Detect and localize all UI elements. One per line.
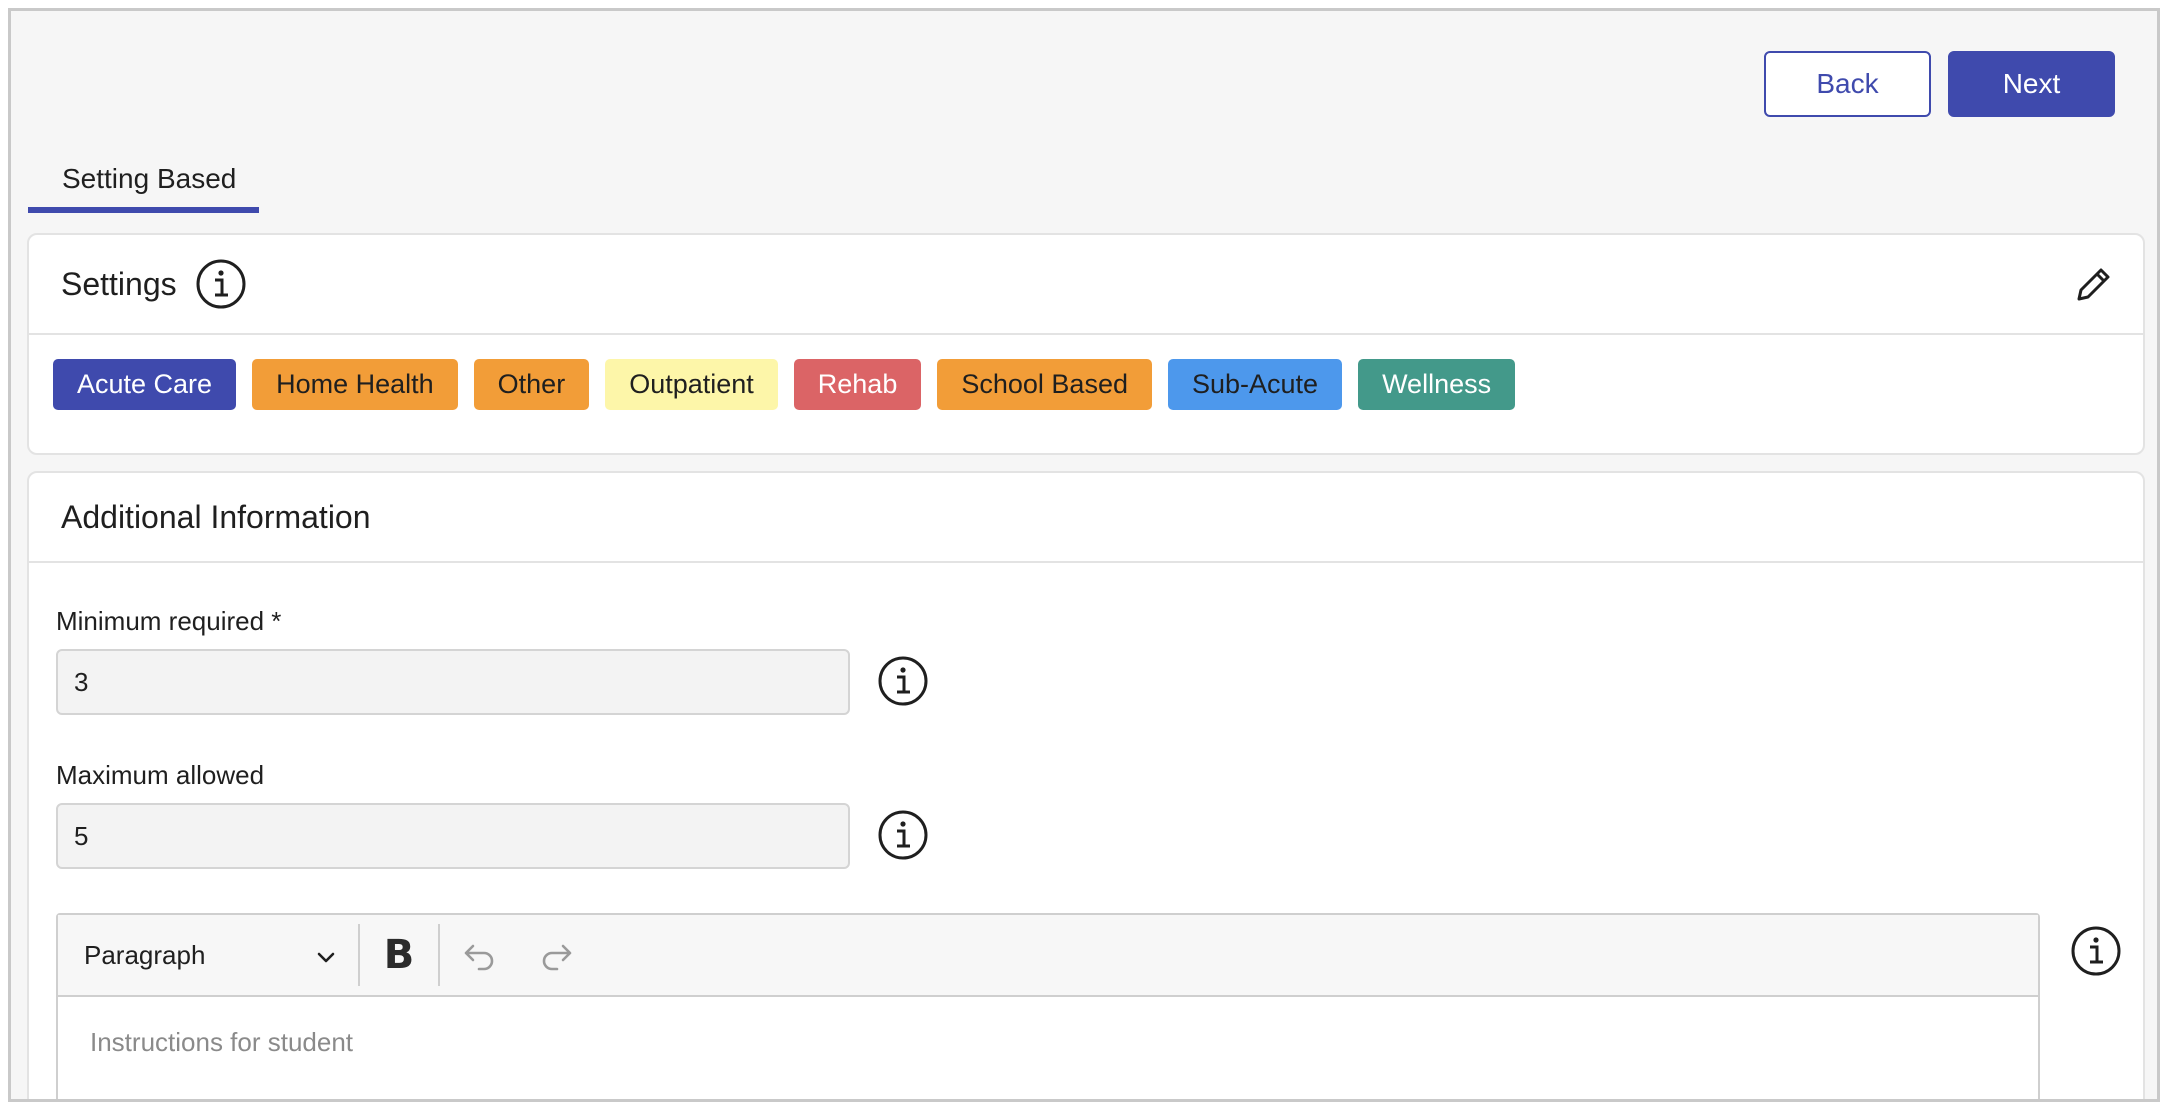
- undo-icon: [461, 937, 497, 973]
- undo-button[interactable]: [440, 915, 518, 995]
- instructions-editor: Paragraph B Instructions for student: [56, 913, 2040, 1099]
- app-frame: Back Next Setting Based Settings Acute C…: [8, 8, 2160, 1102]
- minimum-required-label: Minimum required *: [56, 606, 282, 636]
- setting-tag-home-health[interactable]: Home Health: [252, 359, 458, 410]
- settings-card: Settings Acute Care Home Health Other Outpa…: [27, 233, 2145, 455]
- setting-tag-rehab[interactable]: Rehab: [793, 359, 922, 410]
- maximum-allowed-label: Maximum allowed: [56, 760, 265, 790]
- back-button[interactable]: Back: [1764, 51, 1931, 117]
- info-icon[interactable]: [195, 258, 247, 310]
- additional-info-card: Additional Information Minimum required …: [27, 471, 2145, 1099]
- redo-icon: [539, 937, 575, 973]
- chevron-down-icon: [314, 945, 338, 969]
- settings-card-header: Settings: [29, 235, 2143, 335]
- setting-tag-sub-acute[interactable]: Sub-Acute: [1167, 359, 1343, 410]
- next-button[interactable]: Next: [1948, 51, 2115, 117]
- maximum-allowed-input[interactable]: 5: [56, 803, 850, 869]
- bold-button[interactable]: B: [360, 915, 438, 995]
- setting-tag-wellness[interactable]: Wellness: [1358, 359, 1516, 410]
- info-icon[interactable]: [2070, 925, 2122, 977]
- setting-tag-outpatient[interactable]: Outpatient: [605, 359, 778, 410]
- tab-setting-based[interactable]: Setting Based: [28, 153, 259, 213]
- info-icon[interactable]: [877, 655, 929, 707]
- info-icon[interactable]: [877, 809, 929, 861]
- setting-tag-school-based[interactable]: School Based: [937, 359, 1152, 410]
- setting-tag-acute-care[interactable]: Acute Care: [53, 359, 237, 410]
- redo-button[interactable]: [518, 915, 596, 995]
- block-format-value: Paragraph: [84, 939, 206, 970]
- editor-toolbar: Paragraph B: [58, 915, 2038, 997]
- additional-info-header: Additional Information: [29, 473, 2143, 563]
- pencil-icon[interactable]: [2071, 263, 2115, 307]
- settings-tag-list: Acute Care Home Health Other Outpatient Reha…: [29, 335, 2143, 410]
- minimum-required-input[interactable]: 3: [56, 649, 850, 715]
- setting-tag-other[interactable]: Other: [473, 359, 590, 410]
- editor-placeholder: Instructions for student: [90, 1027, 354, 1057]
- additional-info-title: Additional Information: [61, 498, 371, 535]
- editor-body[interactable]: Instructions for student: [58, 997, 2038, 1058]
- block-format-dropdown[interactable]: Paragraph: [58, 915, 358, 995]
- settings-title: Settings: [61, 265, 177, 302]
